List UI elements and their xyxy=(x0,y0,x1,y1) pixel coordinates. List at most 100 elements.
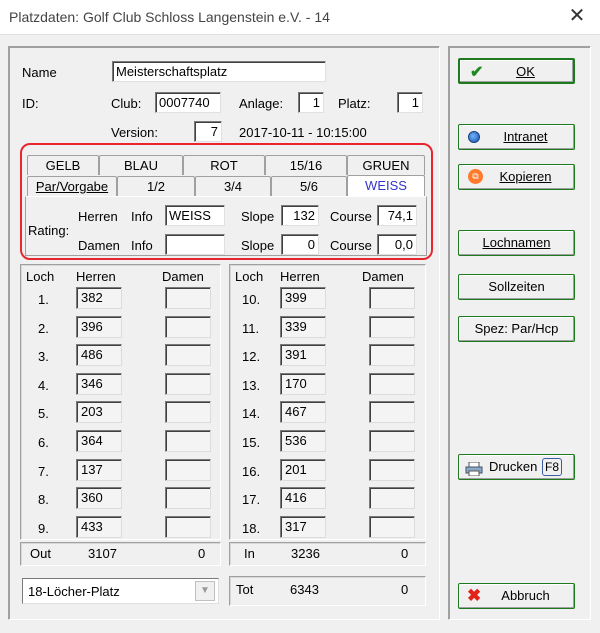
ok-button[interactable]: ✔ OK xyxy=(458,58,575,84)
damen-course-input[interactable]: 0,0 xyxy=(377,234,417,255)
herren-distance-input[interactable]: 396 xyxy=(76,315,122,338)
intranet-button[interactable]: Intranet xyxy=(458,124,575,150)
damen-distance-input[interactable] xyxy=(165,315,211,338)
damen-info-input[interactable] xyxy=(165,234,225,255)
herren-distance-input[interactable]: 467 xyxy=(280,401,326,424)
tab-gelb[interactable]: GELB xyxy=(27,155,99,175)
herren-distance-input[interactable]: 416 xyxy=(280,487,326,510)
herren-distance-input[interactable]: 346 xyxy=(76,372,122,395)
damen-distance-input[interactable] xyxy=(165,458,211,481)
herren-distance-input[interactable]: 360 xyxy=(76,487,122,510)
out-damen: 0 xyxy=(198,546,206,561)
hole-number: 17. xyxy=(242,492,261,508)
damen-distance-input[interactable] xyxy=(165,430,211,452)
tab-15-16[interactable]: 15/16 xyxy=(265,155,347,175)
drucken-button[interactable]: Drucken F8 xyxy=(458,454,575,480)
hole-number: 12. xyxy=(242,349,261,365)
damen-distance-input[interactable] xyxy=(165,401,211,424)
herren-distance-input[interactable]: 137 xyxy=(76,458,122,481)
herren-distance-input[interactable]: 536 xyxy=(280,430,326,452)
tot-label: Tot xyxy=(236,582,254,597)
damen-distance-input[interactable] xyxy=(165,287,211,309)
close-icon[interactable]: ✕ xyxy=(562,4,592,30)
hole-number: 14. xyxy=(242,406,261,422)
lochnamen-button[interactable]: Lochnamen xyxy=(458,230,575,256)
sollzeiten-label: Sollzeiten xyxy=(488,279,545,294)
hole-number: 6. xyxy=(38,435,49,450)
version-input: 7 xyxy=(194,121,222,142)
hole-number: 5. xyxy=(38,406,49,422)
herren-distance-input[interactable]: 364 xyxy=(76,430,122,452)
course-type-select[interactable]: 18-Löcher-Platz ▼ xyxy=(22,578,219,604)
anlage-input[interactable]: 1 xyxy=(298,92,324,113)
tab-weiss[interactable]: WEISS xyxy=(347,175,425,197)
in-herren: 3236 xyxy=(291,546,320,561)
herren-slope-input[interactable]: 132 xyxy=(281,205,319,226)
front-col-damen: Damen xyxy=(162,269,204,284)
cancel-x-icon: ✖ xyxy=(467,586,482,605)
out-herren: 3107 xyxy=(88,546,117,561)
out-label: Out xyxy=(30,546,51,561)
tab-blau[interactable]: BLAU xyxy=(99,155,183,175)
damen-distance-input[interactable] xyxy=(165,515,211,538)
platz-input[interactable]: 1 xyxy=(397,92,423,113)
f8-key-badge: F8 xyxy=(542,458,563,476)
rating-label: Rating: xyxy=(28,223,70,238)
damen-distance-input[interactable] xyxy=(369,430,415,452)
in-label: In xyxy=(244,546,255,561)
damen-distance-input[interactable] xyxy=(369,487,415,510)
course-type-value: 18-Löcher-Platz xyxy=(28,584,120,599)
club-label: Club: xyxy=(111,96,142,111)
in-total-row xyxy=(229,542,426,566)
drucken-label: Drucken xyxy=(488,459,538,474)
damen-slope-input[interactable]: 0 xyxy=(281,234,319,255)
herren-distance-input[interactable]: 399 xyxy=(280,287,326,309)
sollzeiten-button[interactable]: Sollzeiten xyxy=(458,274,575,300)
damen-distance-input[interactable] xyxy=(165,344,211,367)
hole-number: 1. xyxy=(38,292,49,307)
kopieren-button[interactable]: ⧉ Kopieren xyxy=(458,164,575,190)
herren-course-input[interactable]: 74,1 xyxy=(377,205,417,226)
herren-info-input[interactable]: WEISS xyxy=(165,205,225,226)
intranet-label: Intranet xyxy=(503,129,548,144)
damen-distance-input[interactable] xyxy=(165,487,211,510)
spez-par-hcp-button[interactable]: Spez: Par/Hcp xyxy=(458,316,575,342)
herren-distance-input[interactable]: 391 xyxy=(280,344,326,367)
tab-3-4[interactable]: 3/4 xyxy=(195,176,271,196)
damen-distance-input[interactable] xyxy=(369,372,415,395)
tab-par-vorgabe-label: Par/Vorgabe xyxy=(35,179,109,194)
chevron-down-icon[interactable]: ▼ xyxy=(195,581,215,601)
tab-1-2[interactable]: 1/2 xyxy=(117,176,195,196)
back-col-damen: Damen xyxy=(362,269,404,284)
herren-distance-input[interactable]: 170 xyxy=(280,372,326,395)
herren-course-label: Course xyxy=(330,209,372,224)
herren-distance-input[interactable]: 203 xyxy=(76,401,122,424)
damen-distance-input[interactable] xyxy=(369,515,415,538)
hole-number: 3. xyxy=(38,349,49,365)
name-input[interactable]: Meisterschaftsplatz xyxy=(112,61,326,82)
damen-distance-input[interactable] xyxy=(369,401,415,424)
damen-distance-input[interactable] xyxy=(369,458,415,481)
hole-number: 11. xyxy=(242,320,260,336)
tab-par-vorgabe[interactable]: Par/Vorgabe xyxy=(27,176,117,196)
damen-distance-input[interactable] xyxy=(369,287,415,309)
club-input[interactable]: 0007740 xyxy=(155,92,221,113)
herren-distance-input[interactable]: 317 xyxy=(280,515,326,538)
herren-info-label: Info xyxy=(131,209,153,224)
herren-distance-input[interactable]: 339 xyxy=(280,315,326,338)
printer-icon xyxy=(465,460,483,477)
herren-distance-input[interactable]: 201 xyxy=(280,458,326,481)
herren-distance-input[interactable]: 382 xyxy=(76,287,122,309)
damen-distance-input[interactable] xyxy=(165,372,211,395)
abbruch-button[interactable]: ✖ Abbruch xyxy=(458,583,575,609)
damen-distance-input[interactable] xyxy=(369,344,415,367)
herren-distance-input[interactable]: 433 xyxy=(76,515,122,538)
tab-rot[interactable]: ROT xyxy=(183,155,265,175)
spez-label: Spez: Par/Hcp xyxy=(474,321,559,336)
checkmark-icon: ✔ xyxy=(470,64,484,81)
front-col-herren: Herren xyxy=(76,269,116,284)
damen-distance-input[interactable] xyxy=(369,315,415,338)
herren-distance-input[interactable]: 486 xyxy=(76,344,122,367)
tab-gruen[interactable]: GRUEN xyxy=(347,155,425,175)
tab-5-6[interactable]: 5/6 xyxy=(271,176,347,196)
